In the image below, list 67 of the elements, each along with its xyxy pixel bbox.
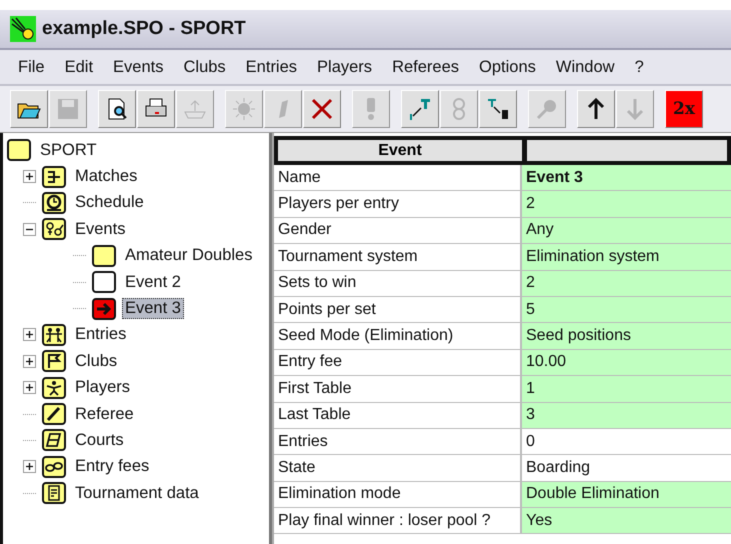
tree-item[interactable]: Event 2 [122, 272, 184, 293]
tree-item[interactable]: Matches [72, 166, 140, 188]
expand-icon[interactable] [23, 381, 36, 394]
star-burst-icon [231, 96, 257, 122]
menu-item[interactable]: File [8, 58, 55, 76]
expand-icon[interactable] [23, 354, 36, 368]
tree-item[interactable]: Tournament data [72, 482, 202, 504]
menu-item[interactable]: Clubs [173, 58, 236, 76]
tree-item[interactable]: Courts [72, 430, 127, 451]
table-cell[interactable]: Elimination system [522, 244, 731, 270]
people-icon [42, 324, 66, 346]
tree-item[interactable]: Entries [72, 324, 130, 346]
table-cell[interactable]: 1 [522, 376, 731, 402]
window-title: example.SPO - SPORT [42, 18, 246, 40]
tree-item[interactable]: Referee [72, 404, 137, 425]
toolbar-button[interactable] [10, 90, 48, 128]
letters-arrow-icon [485, 96, 511, 122]
menu-item[interactable]: Referees [382, 58, 470, 76]
menu-item[interactable]: Events [103, 58, 174, 76]
tree-item[interactable]: Amateur Doubles [122, 245, 256, 266]
expand-icon[interactable] [23, 170, 36, 184]
app-icon [10, 16, 36, 42]
menu-item[interactable]: Options [469, 58, 546, 76]
menu-item[interactable]: Entries [236, 58, 308, 76]
table-cell[interactable]: Any [522, 218, 731, 244]
table-cell[interactable]: 10.00 [522, 350, 731, 376]
coins-icon [42, 456, 66, 478]
table-cell[interactable]: 2 [522, 191, 731, 217]
table-cell[interactable]: Event 3 [522, 165, 731, 190]
tree-item[interactable]: Events [72, 218, 128, 240]
collapse-icon[interactable] [23, 222, 36, 236]
person-icon [42, 376, 66, 399]
court-icon [42, 429, 66, 452]
tree-item[interactable]: Event 3 [122, 298, 184, 320]
expand-icon[interactable] [23, 328, 36, 342]
table-cell[interactable]: 2 [522, 270, 731, 296]
clock-icon [42, 192, 66, 214]
toolbar-button[interactable] [303, 90, 341, 128]
table-cell[interactable]: 5 [522, 296, 731, 322]
document-icon [42, 482, 66, 504]
delete-icon [309, 96, 335, 122]
tree-item[interactable]: Players [72, 377, 134, 398]
expand-icon[interactable] [23, 460, 36, 474]
empty-box-icon [92, 271, 116, 294]
table-cell[interactable]: Seed positions [522, 323, 731, 349]
table-cell[interactable]: 3 [522, 402, 731, 428]
table-cell[interactable]: Double Elimination [522, 482, 731, 508]
toolbar-button[interactable] [98, 90, 136, 128]
toolbar-button[interactable] [577, 90, 615, 128]
menu-item[interactable]: Window [546, 58, 625, 76]
menu-item[interactable]: ? [624, 58, 654, 76]
table-cell[interactable]: Yes [522, 508, 731, 534]
tree-item[interactable]: SPORT [37, 140, 100, 161]
toolbar-button[interactable]: 2x [665, 90, 703, 128]
menu-item[interactable]: Edit [54, 58, 104, 76]
tree-item[interactable]: Schedule [72, 192, 147, 214]
tree-item[interactable]: Clubs [72, 350, 120, 372]
toolbar-button[interactable] [137, 90, 175, 128]
pen-icon [42, 403, 66, 426]
tree-item[interactable]: Entry fees [72, 456, 152, 478]
flag-icon [42, 350, 66, 372]
menu-item[interactable]: Players [307, 58, 382, 76]
bracket-icon [42, 166, 66, 188]
letters-arrow-icon [407, 96, 433, 122]
column-header: Event [278, 140, 522, 161]
gender-icon [42, 218, 66, 240]
toolbar-button[interactable] [479, 90, 517, 128]
